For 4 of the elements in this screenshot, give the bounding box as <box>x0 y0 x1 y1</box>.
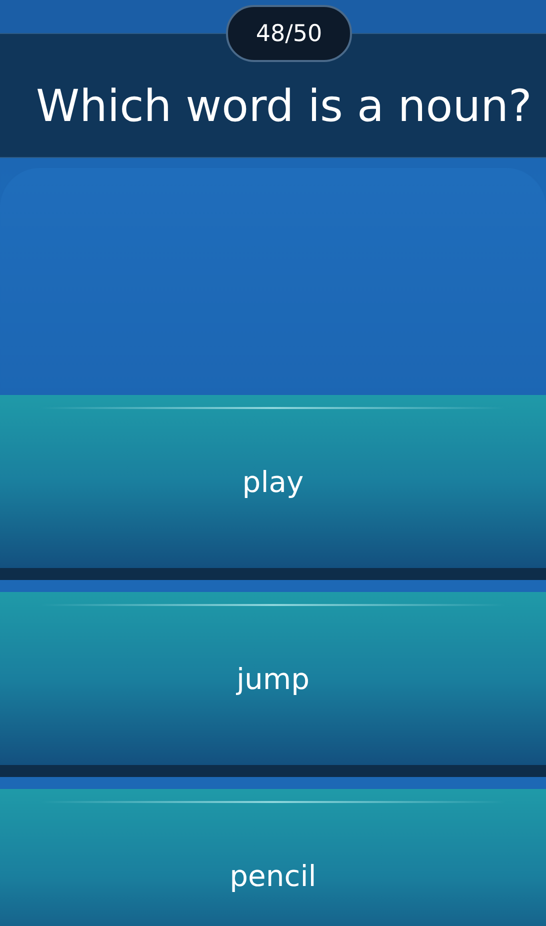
answer-button[interactable]: play <box>0 395 546 568</box>
answer-button[interactable]: jump <box>0 592 546 765</box>
answer-button[interactable]: pencil <box>0 789 546 926</box>
question-counter: 48/50 <box>226 5 352 62</box>
